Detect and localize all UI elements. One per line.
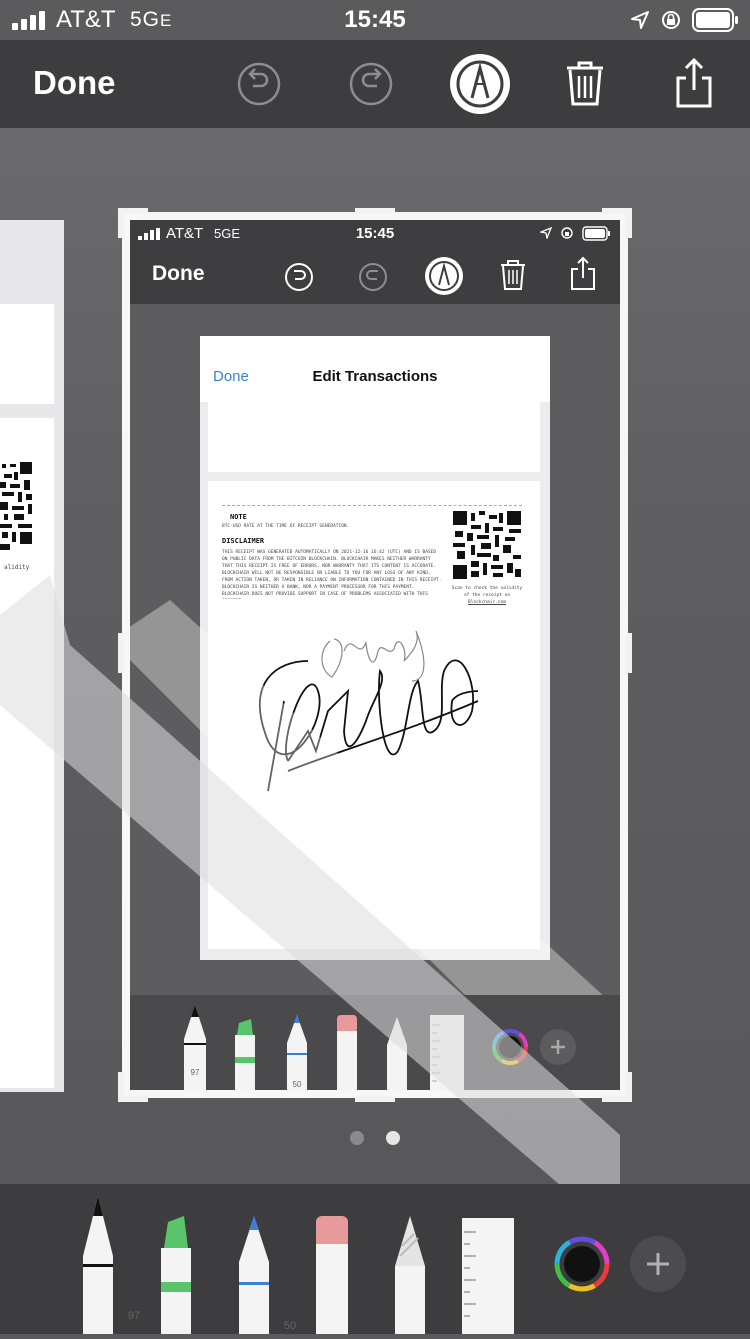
done-button[interactable]: Done bbox=[33, 64, 116, 102]
left-page-caption: alidity bbox=[4, 564, 30, 571]
page-dot-2[interactable] bbox=[386, 1131, 400, 1145]
trash-icon[interactable] bbox=[555, 54, 615, 114]
ruler-tool[interactable] bbox=[460, 1216, 516, 1334]
pen-icon bbox=[83, 1196, 113, 1334]
redo-icon[interactable] bbox=[341, 54, 401, 114]
share-icon[interactable] bbox=[664, 54, 724, 114]
undo-icon[interactable] bbox=[229, 54, 289, 114]
color-picker-icon[interactable] bbox=[554, 1236, 610, 1292]
markup-icon[interactable] bbox=[450, 54, 510, 114]
lasso-tool[interactable] bbox=[392, 1216, 428, 1334]
page-dot-1[interactable] bbox=[350, 1131, 364, 1145]
markup-toolbar: Done bbox=[0, 40, 750, 128]
tool-palette: 97 50 bbox=[0, 1184, 750, 1334]
battery-icon bbox=[692, 8, 738, 32]
marker-icon bbox=[161, 1216, 191, 1334]
pen-tool[interactable]: 97 bbox=[80, 1196, 140, 1334]
eraser-icon bbox=[316, 1216, 348, 1334]
location-icon bbox=[631, 11, 649, 29]
add-tool-button[interactable] bbox=[630, 1236, 686, 1292]
lasso-icon bbox=[395, 1216, 425, 1334]
qr-code bbox=[0, 460, 34, 556]
status-bar: AT&T 5GE 15:45 bbox=[0, 0, 750, 40]
pencil-width-label: 50 bbox=[283, 1320, 297, 1332]
ruler-icon bbox=[462, 1218, 514, 1334]
pencil-icon bbox=[239, 1216, 269, 1334]
page-indicator bbox=[350, 1131, 422, 1150]
ruler-overlay-main bbox=[0, 575, 620, 1185]
rotation-lock-icon bbox=[662, 11, 680, 29]
eraser-tool[interactable] bbox=[314, 1216, 350, 1334]
pen-width-label: 97 bbox=[127, 1310, 141, 1322]
marker-tool[interactable] bbox=[158, 1216, 194, 1334]
pencil-tool[interactable]: 50 bbox=[236, 1216, 296, 1334]
